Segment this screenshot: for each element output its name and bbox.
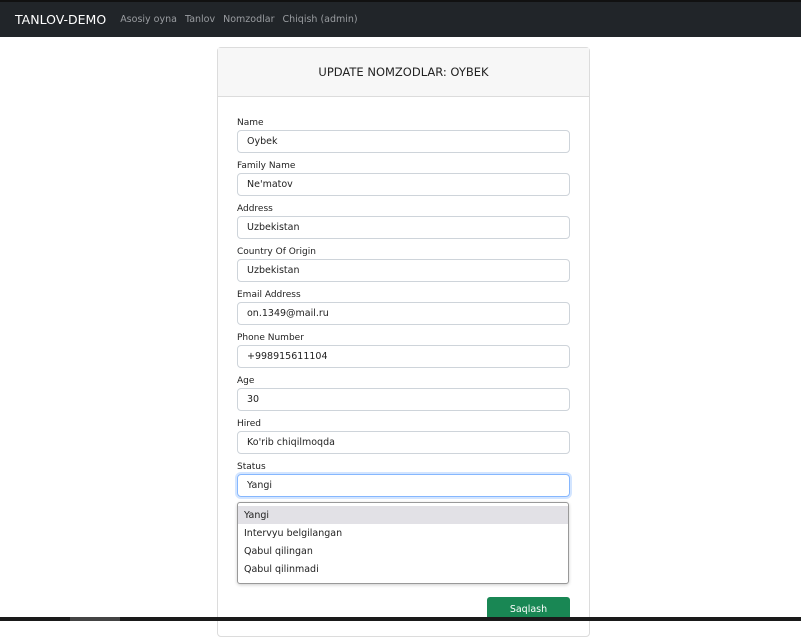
field-phone: Phone Number +998915611104 — [237, 333, 570, 368]
navbar: TANLOV-DEMO Asosiy oyna Tanlov Nomzodlar… — [0, 0, 801, 37]
status-option[interactable]: Intervyu belgilangan — [238, 524, 568, 542]
status-option[interactable]: Qabul qilingan — [238, 542, 568, 560]
address-input[interactable]: Uzbekistan — [237, 216, 570, 239]
field-email: Email Address on.1349@mail.ru — [237, 290, 570, 325]
nav-link-home[interactable]: Asosiy oyna — [120, 14, 177, 25]
status-option[interactable]: Qabul qilinmadi — [238, 560, 568, 578]
nav-link-tanlov[interactable]: Tanlov — [185, 14, 215, 25]
field-name: Name Oybek — [237, 118, 570, 153]
field-family-name: Family Name Ne'matov — [237, 161, 570, 196]
hired-input[interactable]: Ko'rib chiqilmoqda — [237, 431, 570, 454]
field-hired: Hired Ko'rib chiqilmoqda — [237, 419, 570, 454]
status-input[interactable]: Yangi — [237, 474, 570, 497]
name-input[interactable]: Oybek — [237, 130, 570, 153]
field-country: Country Of Origin Uzbekistan — [237, 247, 570, 282]
field-age: Age 30 — [237, 376, 570, 411]
brand-link[interactable]: TANLOV-DEMO — [15, 12, 106, 27]
taskbar — [0, 617, 801, 621]
status-option[interactable]: Yangi — [238, 506, 568, 524]
field-address: Address Uzbekistan — [237, 204, 570, 239]
card-title: UPDATE NOMZODLAR: OYBEK — [218, 48, 589, 97]
nav-link-logout[interactable]: Chiqish (admin) — [283, 14, 358, 25]
nav-link-nomzodlar[interactable]: Nomzodlar — [223, 14, 274, 25]
family-name-input[interactable]: Ne'matov — [237, 173, 570, 196]
country-input[interactable]: Uzbekistan — [237, 259, 570, 282]
age-input[interactable]: 30 — [237, 388, 570, 411]
phone-input[interactable]: +998915611104 — [237, 345, 570, 368]
email-input[interactable]: on.1349@mail.ru — [237, 302, 570, 325]
status-dropdown-list: Yangi Intervyu belgilangan Qabul qilingan Q… — [237, 502, 569, 584]
field-status: Status Yangi — [237, 462, 570, 497]
